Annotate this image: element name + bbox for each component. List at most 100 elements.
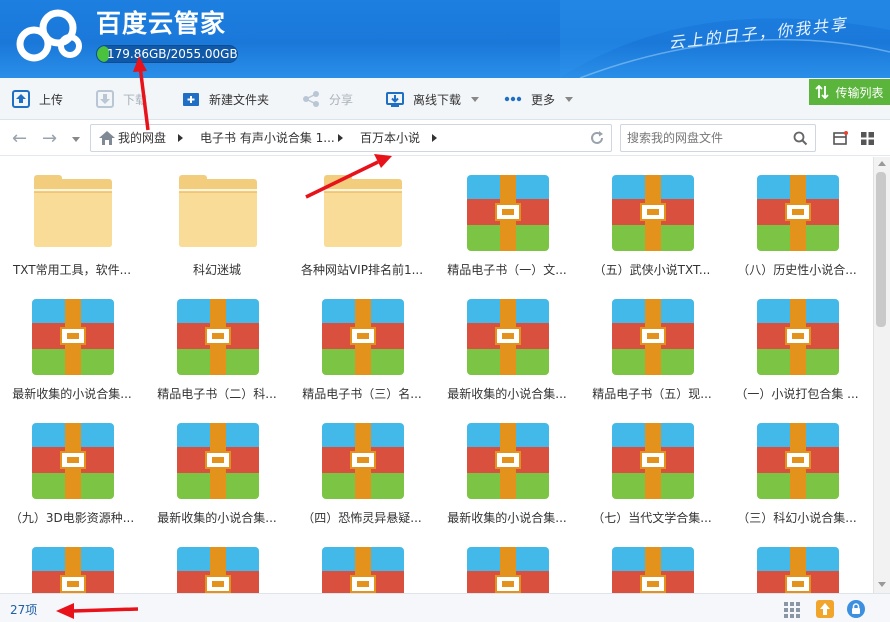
breadcrumb-separator-icon [432, 134, 437, 142]
list-view-icon[interactable] [833, 131, 848, 146]
rar-archive-icon [467, 547, 549, 593]
breadcrumb-separator-icon [338, 134, 343, 142]
storage-quota-bar: 179.86GB/2055.00GB [96, 45, 238, 63]
archive-file-item[interactable]: （一）小说打包合集 ... [727, 281, 867, 401]
file-name-label: （七）当代文学合集... [592, 511, 712, 525]
breadcrumb-item[interactable]: 我的网盘 [118, 125, 166, 151]
folder-icon [322, 175, 404, 251]
rar-archive-icon [32, 547, 114, 593]
file-name-label: （九）3D电影资源种... [9, 511, 135, 525]
rar-archive-icon [467, 299, 549, 375]
breadcrumb-item[interactable]: 百万本小说 [360, 125, 420, 151]
transfer-list-button[interactable]: 传输列表 [809, 79, 890, 105]
scroll-down-arrow-icon[interactable] [878, 582, 886, 587]
download-icon [96, 90, 114, 108]
new-folder-button[interactable]: 新建文件夹 [182, 78, 269, 120]
file-name-label: 最新收集的小说合集... [447, 387, 567, 401]
back-arrow-icon[interactable]: ← [12, 128, 27, 149]
more-label: 更多 [531, 92, 556, 107]
rar-archive-icon [612, 175, 694, 251]
archive-file-item[interactable]: 最新收集的小说合集... [437, 405, 577, 525]
transfer-list-label: 传输列表 [835, 85, 884, 100]
share-label: 分享 [329, 92, 354, 107]
archive-file-item[interactable]: 精品电子书（一）文... [437, 157, 577, 277]
rar-archive-icon [757, 299, 839, 375]
archive-file-item[interactable]: 最新收集的小说合集... [437, 281, 577, 401]
breadcrumb-item[interactable]: 电子书 有声小说合集 1... [200, 125, 335, 151]
transfer-arrows-icon [815, 85, 830, 99]
search-icon[interactable] [793, 131, 808, 146]
offline-download-label: 离线下载 [413, 92, 462, 107]
archive-file-item[interactable] [292, 529, 432, 593]
archive-file-item[interactable]: （九）3D电影资源种... [2, 405, 142, 525]
rar-archive-icon [177, 299, 259, 375]
upload-button[interactable]: 上传 [12, 78, 63, 120]
storage-quota-text: 179.86GB/2055.00GB [107, 47, 238, 61]
offline-download-button[interactable]: 离线下载 [386, 78, 480, 120]
rar-archive-icon [32, 299, 114, 375]
file-name-label: TXT常用工具，软件... [12, 263, 132, 277]
more-button[interactable]: 更多 [504, 78, 574, 120]
folder-item[interactable]: 科幻迷城 [147, 157, 287, 277]
history-dropdown-icon[interactable] [72, 137, 80, 142]
file-name-label: 最新收集的小说合集... [12, 387, 132, 401]
folder-item[interactable]: TXT常用工具，软件... [2, 157, 142, 277]
archive-file-item[interactable] [727, 529, 867, 593]
rar-archive-icon [612, 423, 694, 499]
folder-item[interactable]: 各种网站VIP排名前1... [292, 157, 432, 277]
folder-icon [177, 175, 259, 251]
folder-icon [32, 175, 114, 251]
search-input[interactable] [627, 129, 787, 147]
file-name-label: （四）恐怖灵异悬疑... [302, 511, 422, 525]
search-box [620, 124, 816, 152]
archive-file-item[interactable]: 精品电子书（三）名... [292, 281, 432, 401]
archive-file-item[interactable]: （八）历史性小说合... [727, 157, 867, 277]
file-name-label: （八）历史性小说合... [737, 263, 857, 277]
new-folder-icon [182, 90, 200, 108]
archive-file-item[interactable]: （七）当代文学合集... [582, 405, 722, 525]
thumbnail-grid-icon[interactable] [784, 602, 800, 618]
rar-archive-icon [32, 423, 114, 499]
grid-view-icon[interactable] [860, 131, 875, 146]
archive-file-item[interactable]: 精品电子书（五）现... [582, 281, 722, 401]
archive-file-item[interactable]: （四）恐怖灵异悬疑... [292, 405, 432, 525]
archive-file-item[interactable]: 最新收集的小说合集... [147, 405, 287, 525]
rar-archive-icon [322, 423, 404, 499]
rar-archive-icon [467, 423, 549, 499]
breadcrumb: 我的网盘 电子书 有声小说合集 1... 百万本小说 [90, 124, 612, 152]
refresh-icon[interactable] [589, 130, 605, 146]
rar-archive-icon [757, 547, 839, 593]
item-count: 27项 [10, 603, 38, 617]
upgrade-icon[interactable] [816, 600, 834, 618]
archive-file-item[interactable]: 精品电子书（二）科... [147, 281, 287, 401]
archive-file-item[interactable]: （三）科幻小说合集... [727, 405, 867, 525]
more-dots-icon [504, 90, 522, 108]
breadcrumb-separator-icon [178, 134, 183, 142]
rar-archive-icon [757, 175, 839, 251]
file-name-label: 最新收集的小说合集... [157, 511, 277, 525]
scrollbar-thumb[interactable] [876, 172, 886, 327]
file-name-label: 精品电子书（五）现... [592, 387, 712, 401]
archive-file-item[interactable] [147, 529, 287, 593]
file-name-label: 精品电子书（一）文... [447, 263, 567, 277]
forward-arrow-icon[interactable]: → [42, 128, 57, 149]
file-name-label: （三）科幻小说合集... [737, 511, 857, 525]
download-button[interactable]: 下载 [96, 78, 147, 120]
archive-file-item[interactable] [582, 529, 722, 593]
rar-archive-icon [467, 175, 549, 251]
scroll-up-arrow-icon[interactable] [878, 161, 886, 166]
rar-archive-icon [612, 299, 694, 375]
share-button[interactable]: 分享 [302, 78, 353, 120]
navigation-bar: ← → 我的网盘 电子书 有声小说合集 1... 百万本小说 [0, 120, 890, 156]
lock-icon[interactable] [847, 600, 865, 618]
file-name-label: 科幻迷城 [192, 263, 241, 277]
rar-archive-icon [177, 423, 259, 499]
archive-file-item[interactable]: 最新收集的小说合集... [2, 281, 142, 401]
file-name-label: 精品电子书（三）名... [302, 387, 422, 401]
rar-archive-icon [757, 423, 839, 499]
archive-file-item[interactable] [437, 529, 577, 593]
main-toolbar: 上传 下载 新建文件夹 分享 离线下载 更多 [0, 78, 890, 120]
chevron-down-icon [565, 96, 574, 102]
archive-file-item[interactable] [2, 529, 142, 593]
archive-file-item[interactable]: （五）武侠小说TXT... [582, 157, 722, 277]
